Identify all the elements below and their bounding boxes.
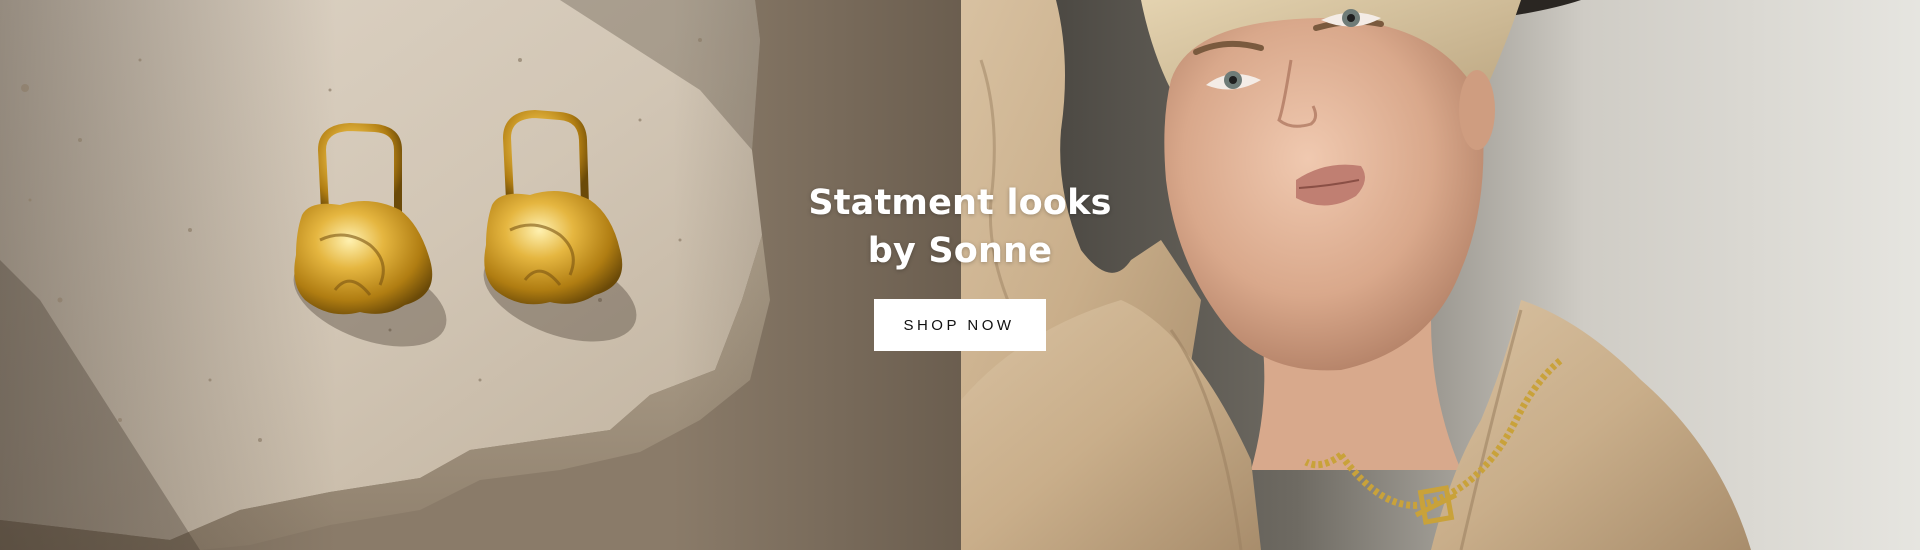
earrings-illustration <box>0 0 961 550</box>
shop-now-button[interactable]: SHOP NOW <box>874 299 1046 351</box>
model-illustration <box>961 0 1920 550</box>
model-photo <box>961 0 1920 550</box>
hero-banner: Statment looks by Sonne SHOP NOW <box>0 0 1920 550</box>
earrings-photo <box>0 0 961 550</box>
